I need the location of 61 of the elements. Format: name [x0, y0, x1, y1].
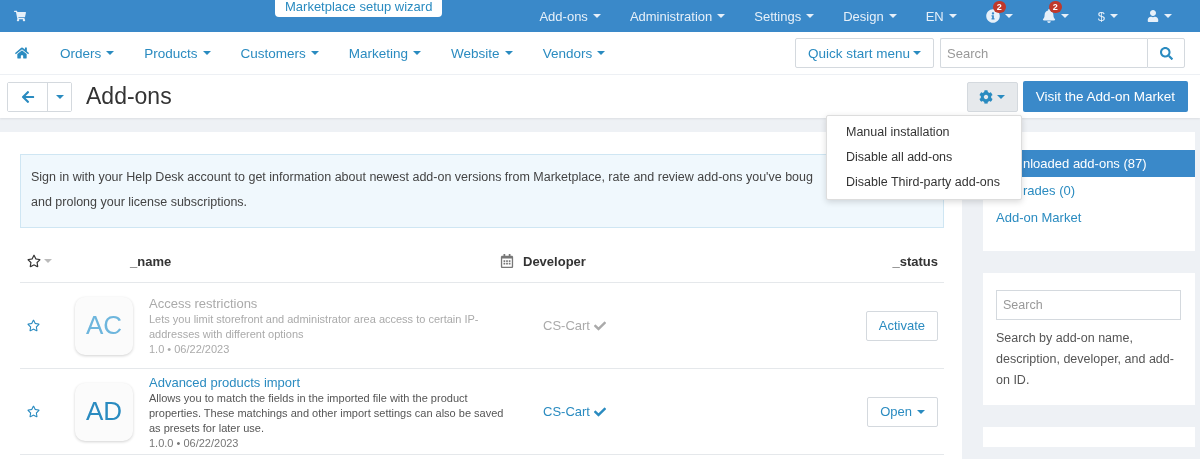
addon-action-button[interactable]: Activate: [865, 310, 938, 341]
nav-menu-item[interactable]: Customers: [240, 45, 319, 61]
addon-description: Allows you to match the fields in the imported file with the product properties. These matchings and other import settings can also be saved as presets for later use.: [149, 390, 505, 436]
column-header: _status: [892, 253, 938, 269]
addon-version: 1.0.0 • 06/22/2023: [149, 436, 240, 449]
settings-icon: [979, 89, 994, 104]
nav-menu-item[interactable]: Marketing: [348, 45, 422, 61]
nav-menu-item[interactable]: Vendors: [542, 45, 606, 61]
info-icon: [985, 9, 1000, 23]
verified-icon: [593, 405, 606, 418]
addon-name[interactable]: Access restrictions: [149, 296, 509, 311]
top-menu-item[interactable]: Design: [843, 8, 897, 24]
addon-description: Lets you limit storefront and administrator area access to certain IP-addresses with different options: [149, 312, 480, 342]
star-icon[interactable]: [27, 405, 40, 418]
nav-menu-item[interactable]: Orders: [60, 45, 115, 61]
settings-button[interactable]: [966, 81, 1018, 112]
top-menu-item[interactable]: Administration: [629, 8, 726, 24]
visit-market-button[interactable]: Visit the Add-on Market: [1022, 81, 1188, 112]
search-button[interactable]: [1147, 38, 1185, 68]
star-icon[interactable]: [27, 254, 41, 268]
top-menu-item[interactable]: Add-ons: [539, 8, 601, 24]
calendar-icon[interactable]: [500, 254, 514, 268]
developer-name: CS-Cart: [543, 318, 743, 333]
nav-menu-item[interactable]: Website: [451, 45, 513, 61]
currency-menu[interactable]: $: [1097, 8, 1105, 24]
user-icon: [1147, 10, 1159, 22]
search-icon: [1159, 46, 1173, 60]
caret-icon: [1004, 14, 1013, 18]
addon-name[interactable]: Advanced products import: [149, 374, 509, 390]
page-title: Add-ons: [86, 83, 172, 110]
notice-text: and prolong your license subscriptions.: [31, 194, 248, 211]
search-hint: Search by add-on name, description, developer, and add-on ID.: [996, 330, 1175, 389]
verified-icon: [593, 319, 606, 332]
addon-logo: AC: [75, 296, 133, 355]
star-icon[interactable]: [27, 319, 40, 332]
cart-icon[interactable]: [14, 10, 26, 22]
menu-item[interactable]: Manual installation: [827, 120, 1021, 145]
notification-badge: 2: [992, 1, 1006, 13]
addon-version: 1.0 • 06/22/2023: [149, 343, 231, 355]
caret-icon: [44, 259, 52, 263]
nav-menu-item[interactable]: Products: [144, 45, 211, 61]
column-header: Developer: [523, 253, 586, 269]
caret-icon: [1164, 14, 1172, 18]
notice-text: Sign in with your Help Desk account to get information about newest add-on versions from Marketplace, rate and review add-ons you've boug: [31, 169, 813, 186]
search-field[interactable]: Search: [940, 38, 1147, 68]
wizard-button[interactable]: Marketplace setup wizard: [275, 0, 443, 17]
developer-name: CS-Cart: [543, 404, 743, 419]
caret-icon: [1110, 14, 1118, 18]
top-menu-item[interactable]: EN: [925, 8, 957, 24]
arrow-left-icon: [20, 89, 35, 104]
home-icon[interactable]: [15, 46, 29, 60]
addon-logo: AD: [75, 382, 133, 441]
quick-start-button[interactable]: Quick start menu: [794, 38, 934, 68]
bell-icon: [1041, 9, 1056, 23]
caret-icon: [1060, 14, 1069, 18]
column-header[interactable]: _name: [130, 253, 500, 269]
sidebar-item[interactable]: Add-on Market: [983, 204, 1195, 231]
top-menu-item[interactable]: Settings: [754, 8, 815, 24]
addon-action-button[interactable]: Open: [867, 396, 938, 427]
sidebar-search-field[interactable]: Search: [996, 290, 1181, 320]
notification-badge: 2: [1048, 1, 1062, 13]
